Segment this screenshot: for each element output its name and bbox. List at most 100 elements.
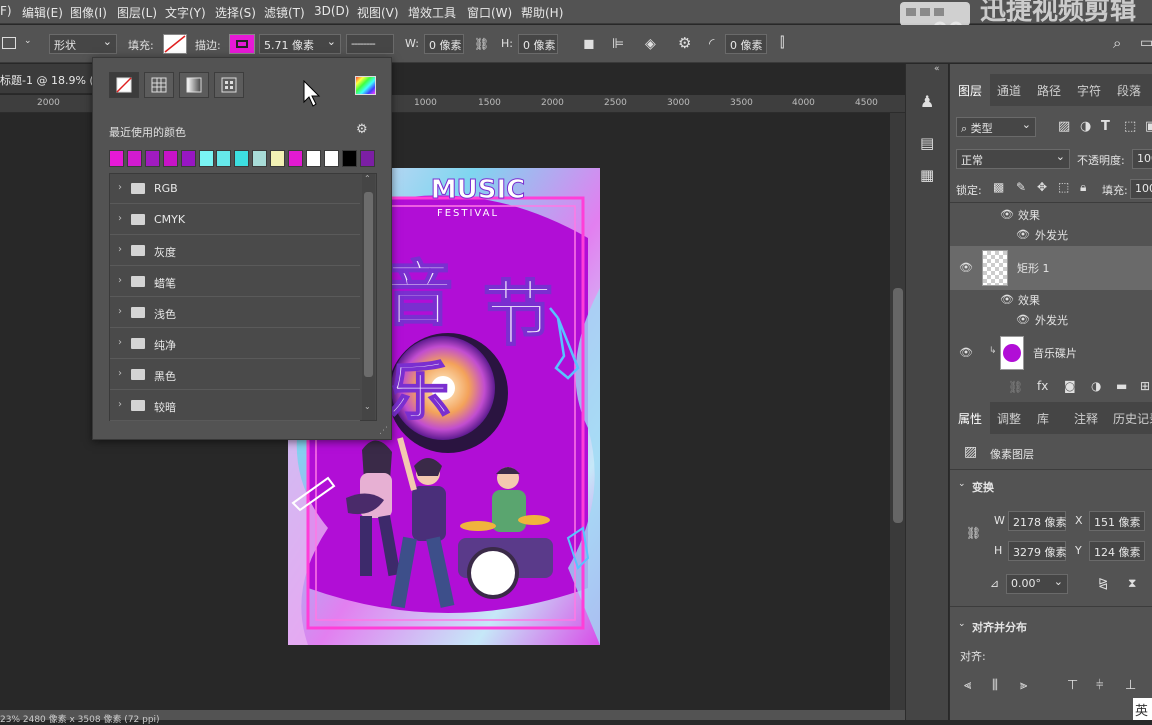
menu-filter[interactable]: 滤镜(T) (264, 4, 305, 21)
menu-view[interactable]: 视图(V) (357, 4, 399, 21)
align-top-icon[interactable]: ⊤ (1067, 679, 1078, 692)
chevron-right-icon[interactable]: › (118, 213, 122, 224)
lock-brush-icon[interactable]: ✎ (1016, 181, 1026, 193)
menu-plugins[interactable]: 增效工具 (408, 4, 456, 21)
ime-indicator[interactable]: 英 (1133, 698, 1152, 720)
fill-input[interactable]: 100 (1130, 179, 1152, 199)
document-tab[interactable]: 标题-1 @ 18.9% ( (0, 64, 94, 94)
lock-all-icon[interactable]: 🔒︎ (1080, 181, 1086, 193)
eye-icon[interactable]: 👁︎ (959, 261, 973, 274)
chevron-right-icon[interactable]: › (118, 182, 122, 193)
shape-mode-select[interactable]: 形状 ⌄ (49, 34, 117, 54)
fx-icon[interactable]: fx (1037, 380, 1048, 392)
fill-swatch[interactable] (163, 34, 187, 54)
color-swatch[interactable] (305, 150, 321, 167)
swatch-folder-row[interactable]: › 纯净 (110, 329, 360, 359)
flip-vertical-icon[interactable]: ⧗ (1128, 577, 1136, 589)
blend-mode-select[interactable]: 正常 ⌄ (956, 149, 1070, 169)
tab-layers[interactable]: 图层 (958, 82, 982, 99)
layer-row-disc[interactable]: 👁︎ ↳ 音乐碟片 (950, 332, 1152, 374)
color-swatch[interactable] (270, 150, 286, 167)
layer-row-rectangle[interactable]: 👁︎ 矩形 1 (950, 246, 1152, 290)
tab-character[interactable]: 字符 (1077, 82, 1101, 99)
transform-x-input[interactable]: 151 像素 (1089, 511, 1145, 531)
menu-type[interactable]: 文字(Y) (165, 4, 206, 21)
solid-color-mode-button[interactable] (144, 72, 174, 98)
smart-object-filter-icon[interactable]: ▣ (1145, 120, 1152, 133)
color-swatch[interactable] (341, 150, 357, 167)
transform-y-input[interactable]: 124 像素 (1089, 541, 1145, 561)
stamp-tool-icon[interactable]: ♟ (920, 94, 934, 110)
opacity-input[interactable]: 100 (1132, 149, 1152, 169)
menu-edit[interactable]: 编辑(E) (22, 4, 63, 21)
swatch-folder-row[interactable]: › 浅色 (110, 298, 360, 328)
menu-3d[interactable]: 3D(D) (314, 4, 349, 18)
swatch-folder-row[interactable]: › RGB (110, 174, 360, 204)
rectangle-tool-icon[interactable] (2, 37, 16, 49)
chevron-right-icon[interactable]: › (118, 399, 122, 410)
align-middle-v-icon[interactable]: ⫩ (1096, 679, 1103, 692)
color-swatch[interactable] (359, 150, 375, 167)
color-swatch[interactable] (144, 150, 160, 167)
tab-paragraph[interactable]: 段落 (1117, 82, 1141, 99)
swatch-folder-row[interactable]: › 灰度 (110, 236, 360, 266)
gear-icon[interactable]: ⚙ (678, 36, 691, 51)
path-operations-icon[interactable]: ◼ (583, 37, 595, 51)
chevron-right-icon[interactable]: › (118, 275, 122, 286)
tab-paths[interactable]: 路径 (1037, 82, 1061, 99)
gradient-mode-button[interactable] (179, 72, 209, 98)
menu-layer[interactable]: 图层(L) (117, 4, 157, 21)
glow-visibility-icon[interactable]: 👁︎ (1016, 228, 1030, 241)
link-layers-icon[interactable]: ⛓ (1008, 381, 1023, 393)
width-input[interactable]: 0 像素 (424, 34, 464, 54)
swatch-folder-row[interactable]: › 黑色 (110, 360, 360, 390)
menu-file[interactable]: F) (0, 4, 12, 18)
stroke-swatch[interactable] (229, 34, 255, 54)
layer-filter-select[interactable]: ⌕ 类型 ⌄ (956, 117, 1036, 137)
chevron-right-icon[interactable]: › (118, 306, 122, 317)
swatch-folder-row[interactable]: › 较暗 (110, 391, 360, 421)
path-arrangement-icon[interactable]: ◈ (645, 37, 656, 51)
tab-libraries[interactable]: 库 (1037, 410, 1049, 427)
color-swatch[interactable] (162, 150, 178, 167)
lock-transparent-icon[interactable]: ▩ (993, 181, 1004, 193)
collapse-panels-icon[interactable]: « (934, 64, 940, 74)
chevron-right-icon[interactable]: › (118, 244, 122, 255)
shape-filter-icon[interactable]: ⬚ (1124, 120, 1136, 133)
effects-visibility-icon[interactable]: 👁︎ (1000, 293, 1014, 306)
swatch-folder-row[interactable]: › 蜡笔 (110, 267, 360, 297)
scrollbar-thumb[interactable] (893, 288, 903, 523)
tab-adjustments[interactable]: 调整 (997, 410, 1021, 427)
resize-grip-icon[interactable]: ⋰ (379, 426, 388, 436)
angle-input[interactable]: 0.00° ⌄ (1006, 574, 1068, 594)
chevron-down-icon[interactable]: ⌄ (958, 479, 966, 489)
swatch-folder-row[interactable]: › CMYK (110, 205, 360, 235)
adjustment-layer-icon[interactable]: ◑ (1091, 380, 1101, 392)
align-bottom-icon[interactable]: ⊥ (1125, 679, 1136, 692)
chevron-up-icon[interactable]: ⌃ (364, 174, 371, 183)
pattern-mode-button[interactable] (214, 72, 244, 98)
type-filter-icon[interactable]: T (1101, 120, 1110, 133)
menu-help[interactable]: 帮助(H) (521, 4, 563, 21)
chevron-down-icon[interactable]: ⌄ (364, 402, 371, 411)
glow-visibility-icon[interactable]: 👁︎ (1016, 313, 1030, 326)
vertical-scrollbar[interactable] (890, 113, 906, 710)
align-edges-icon[interactable]: ⫿ (780, 36, 784, 50)
chevron-down-icon[interactable]: ⌄ (958, 619, 966, 629)
color-swatch[interactable] (109, 150, 124, 167)
effects-visibility-icon[interactable]: 👁︎ (1000, 208, 1014, 221)
tab-channels[interactable]: 通道 (997, 82, 1021, 99)
eye-icon[interactable]: 👁︎ (959, 346, 973, 359)
color-swatch[interactable] (288, 150, 303, 167)
lock-artboard-icon[interactable]: ⬚ (1058, 181, 1069, 193)
chevron-down-icon[interactable]: ⌄ (24, 37, 32, 46)
menu-select[interactable]: 选择(S) (215, 4, 256, 21)
stroke-type-select[interactable]: -------- (346, 34, 394, 54)
transform-width-input[interactable]: 2178 像素 (1008, 511, 1067, 531)
search-icon[interactable]: ⌕ (1113, 36, 1121, 51)
chevron-right-icon[interactable]: › (118, 368, 122, 379)
group-folder-icon[interactable]: ▬ (1116, 380, 1127, 392)
color-swatch[interactable] (180, 150, 196, 167)
image-filter-icon[interactable]: ▨ (1058, 120, 1070, 133)
transform-height-input[interactable]: 3279 像素 (1008, 541, 1067, 561)
